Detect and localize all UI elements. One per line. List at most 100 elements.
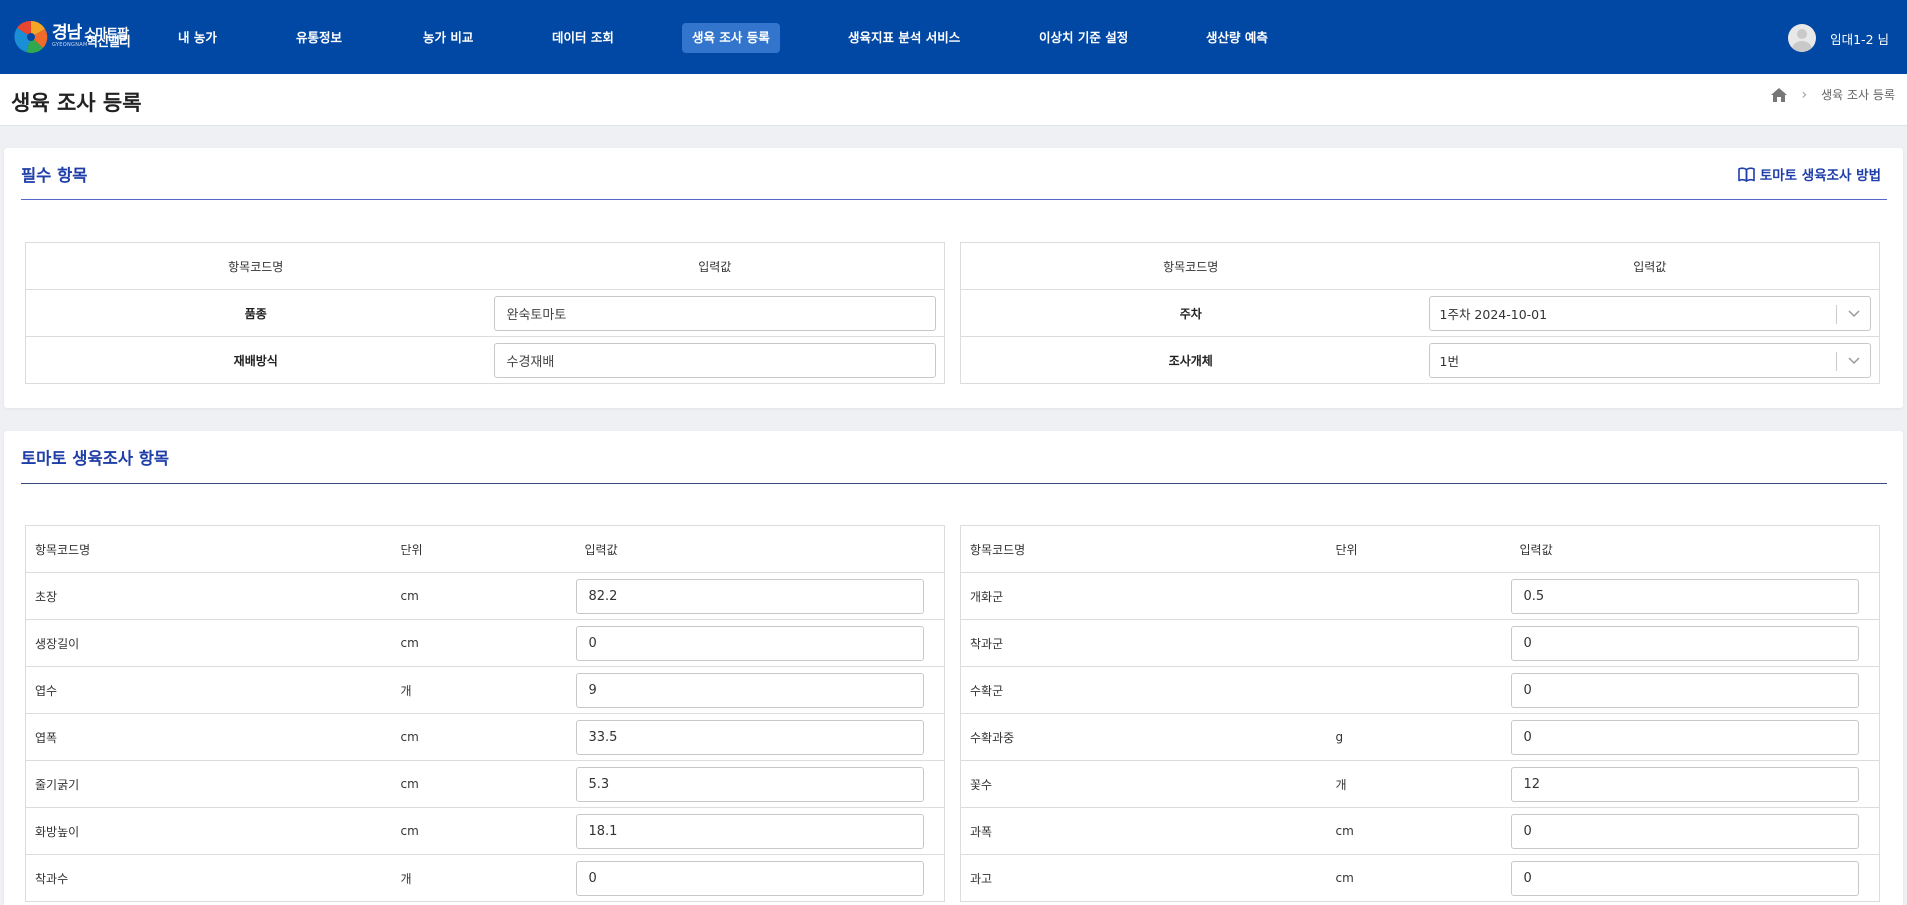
item-value-cell bbox=[1510, 619, 1880, 667]
col-header-name: 항목코드명 bbox=[960, 525, 1327, 573]
col-header-name: 항목코드명 bbox=[25, 525, 392, 573]
item-name: 착과수 bbox=[25, 854, 392, 902]
item-unit bbox=[1326, 666, 1511, 714]
row-label-variety: 품종 bbox=[25, 289, 486, 337]
item-value-input[interactable] bbox=[1510, 766, 1859, 802]
growth-items-card: 토마토 생육조사 항목 항목코드명 단위 입력값 초장cm생장길이cm엽수개엽폭… bbox=[4, 431, 1903, 905]
item-name: 줄기굵기 bbox=[25, 760, 392, 808]
table-row: 착과수 개 bbox=[25, 854, 945, 902]
item-value-cell bbox=[575, 666, 945, 714]
book-icon bbox=[1738, 167, 1755, 182]
col-header-name: 항목코드명 bbox=[25, 242, 486, 290]
subject-select[interactable]: 1번 bbox=[1428, 342, 1871, 378]
item-unit bbox=[1326, 619, 1511, 667]
avatar bbox=[1788, 24, 1817, 52]
item-unit: 개 bbox=[1326, 760, 1511, 808]
item-value-cell bbox=[575, 713, 945, 761]
chevron-down-icon bbox=[1847, 309, 1860, 317]
chevron-right-icon: › bbox=[1801, 86, 1808, 103]
item-value-cell bbox=[1510, 713, 1880, 761]
item-name: 초장 bbox=[25, 572, 392, 620]
item-unit: cm bbox=[391, 807, 576, 855]
item-value-input[interactable] bbox=[1510, 719, 1859, 755]
table-row: 생장길이 cm bbox=[25, 619, 945, 667]
page-title: 생육 조사 등록 bbox=[11, 91, 142, 115]
breadcrumb: › 생육 조사 등록 bbox=[1770, 86, 1895, 103]
variety-input[interactable] bbox=[493, 295, 936, 331]
item-unit: g bbox=[1326, 713, 1511, 761]
table-row: 꽃수 개 bbox=[960, 760, 1880, 808]
item-value-cell bbox=[1510, 572, 1880, 620]
item-value-input[interactable] bbox=[575, 625, 924, 661]
item-value-input[interactable] bbox=[1510, 860, 1859, 896]
col-header-unit: 단위 bbox=[1326, 525, 1511, 573]
item-unit: cm bbox=[1326, 854, 1511, 902]
row-label-week: 주차 bbox=[960, 289, 1421, 337]
nav-item-distribution[interactable]: 유통정보 bbox=[286, 23, 352, 53]
item-name: 과폭 bbox=[960, 807, 1327, 855]
item-unit: cm bbox=[391, 572, 576, 620]
tomato-guide-link[interactable]: 토마토 생육조사 방법 bbox=[1738, 164, 1881, 184]
item-value-input[interactable] bbox=[575, 719, 924, 755]
item-value-input[interactable] bbox=[1510, 578, 1859, 614]
item-value-input[interactable] bbox=[575, 813, 924, 849]
item-unit: cm bbox=[391, 713, 576, 761]
item-value-cell bbox=[1510, 854, 1880, 902]
item-value-cell bbox=[575, 760, 945, 808]
nav-item-outlier-setting[interactable]: 이상치 기준 설정 bbox=[1029, 23, 1138, 53]
item-name: 꽃수 bbox=[960, 760, 1327, 808]
table-row: 재배방식 bbox=[25, 336, 945, 384]
item-value-input[interactable] bbox=[575, 860, 924, 896]
item-value-input[interactable] bbox=[1510, 672, 1859, 708]
top-navigation-bar: 경남 스마트팜 GYEONGNAM 혁신밸리 내 농가 유통정보 농가 비교 데… bbox=[0, 0, 1907, 74]
item-name: 화방높이 bbox=[25, 807, 392, 855]
item-value-input[interactable] bbox=[1510, 625, 1859, 661]
item-unit: cm bbox=[391, 619, 576, 667]
item-value-input[interactable] bbox=[575, 672, 924, 708]
required-divider bbox=[21, 199, 1887, 200]
growth-divider bbox=[21, 483, 1887, 484]
table-row: 화방높이 cm bbox=[25, 807, 945, 855]
item-unit: 개 bbox=[391, 854, 576, 902]
item-name: 수확과중 bbox=[960, 713, 1327, 761]
item-name: 개화군 bbox=[960, 572, 1327, 620]
table-row: 착과군 bbox=[960, 619, 1880, 667]
breadcrumb-current: 생육 조사 등록 bbox=[1821, 88, 1895, 102]
item-value-cell bbox=[1510, 807, 1880, 855]
growth-items-title: 토마토 생육조사 항목 bbox=[21, 449, 170, 468]
item-unit: cm bbox=[391, 760, 576, 808]
nav-item-farm-compare[interactable]: 농가 비교 bbox=[413, 23, 483, 53]
col-header-value: 입력값 bbox=[575, 525, 945, 573]
table-row: 엽폭 cm bbox=[25, 713, 945, 761]
nav-item-growth-survey[interactable]: 생육 조사 등록 bbox=[682, 23, 780, 53]
table-row: 초장 cm bbox=[25, 572, 945, 620]
nav-item-my-farm[interactable]: 내 농가 bbox=[168, 23, 227, 53]
user-menu[interactable]: 임대1-2 님 bbox=[1788, 24, 1889, 52]
table-header-row: 항목코드명 입력값 bbox=[25, 242, 945, 290]
table-row: 수확군 bbox=[960, 666, 1880, 714]
nav-item-data-query[interactable]: 데이터 조회 bbox=[542, 23, 624, 53]
table-header-row: 항목코드명 입력값 bbox=[960, 242, 1880, 290]
item-value-input[interactable] bbox=[575, 766, 924, 802]
brand-logo[interactable]: 경남 스마트팜 GYEONGNAM 혁신밸리 bbox=[14, 18, 131, 56]
growth-table-left: 항목코드명 단위 입력값 초장cm생장길이cm엽수개엽폭cm줄기굵기cm화방높이… bbox=[25, 525, 945, 902]
required-items-title: 필수 항목 bbox=[21, 166, 88, 185]
logo-sub-text: GYEONGNAM bbox=[52, 42, 88, 48]
home-icon[interactable] bbox=[1770, 87, 1788, 103]
nav-item-growth-analysis[interactable]: 생육지표 분석 서비스 bbox=[838, 23, 970, 53]
cultivation-method-input[interactable] bbox=[493, 342, 936, 378]
row-label-subject: 조사개체 bbox=[960, 336, 1421, 384]
item-name: 과고 bbox=[960, 854, 1327, 902]
user-name: 임대1-2 님 bbox=[1830, 31, 1889, 47]
table-header-row: 항목코드명 단위 입력값 bbox=[25, 525, 945, 573]
table-row: 엽수 개 bbox=[25, 666, 945, 714]
item-value-input[interactable] bbox=[1510, 813, 1859, 849]
item-value-input[interactable] bbox=[575, 578, 924, 614]
item-unit: 개 bbox=[391, 666, 576, 714]
item-value-cell bbox=[1510, 666, 1880, 714]
required-table-left: 항목코드명 입력값 품종 재배방식 bbox=[25, 242, 945, 384]
week-select[interactable]: 1주차 2024-10-01 bbox=[1428, 295, 1871, 331]
item-name: 생장길이 bbox=[25, 619, 392, 667]
table-row: 품종 bbox=[25, 289, 945, 337]
nav-item-yield-forecast[interactable]: 생산량 예측 bbox=[1196, 23, 1278, 53]
